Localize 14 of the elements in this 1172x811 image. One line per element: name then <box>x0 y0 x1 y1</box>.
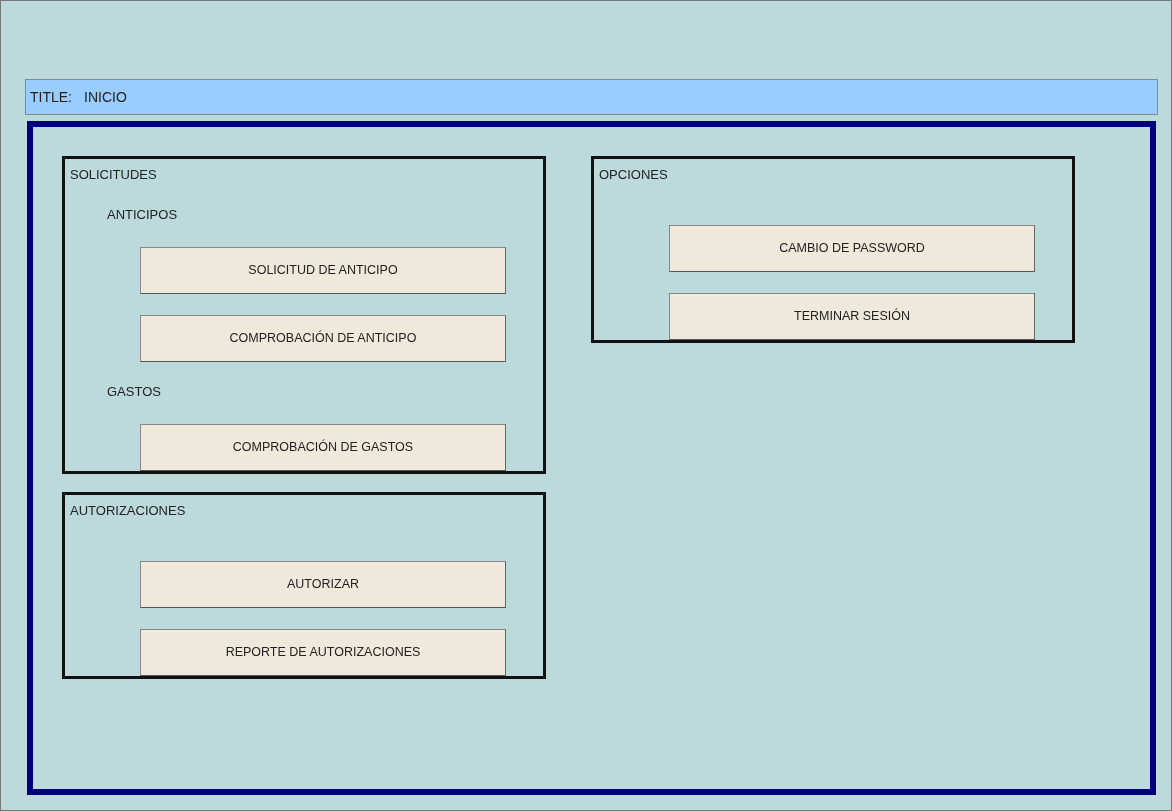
section-heading: GASTOS <box>107 383 162 401</box>
menu-button[interactable]: COMPROBACIÓN DE ANTICIPO <box>140 315 506 362</box>
menu-button[interactable]: REPORTE DE AUTORIZACIONES <box>140 629 506 676</box>
title-label: TITLE: <box>30 87 72 107</box>
menu-button[interactable]: CAMBIO DE PASSWORD <box>669 225 1035 272</box>
menu-button[interactable]: TERMINAR SESIÓN <box>669 293 1035 340</box>
panel-title: SOLICITUDES <box>70 166 158 184</box>
menu-button[interactable]: COMPROBACIÓN DE GASTOS <box>140 424 506 471</box>
menu-button[interactable]: AUTORIZAR <box>140 561 506 608</box>
screen-title: INICIO <box>84 87 127 107</box>
menu-button[interactable]: SOLICITUD DE ANTICIPO <box>140 247 506 294</box>
section-heading: ANTICIPOS <box>107 206 179 224</box>
panel-title: AUTORIZACIONES <box>70 502 187 520</box>
panel-title: OPCIONES <box>599 166 669 184</box>
